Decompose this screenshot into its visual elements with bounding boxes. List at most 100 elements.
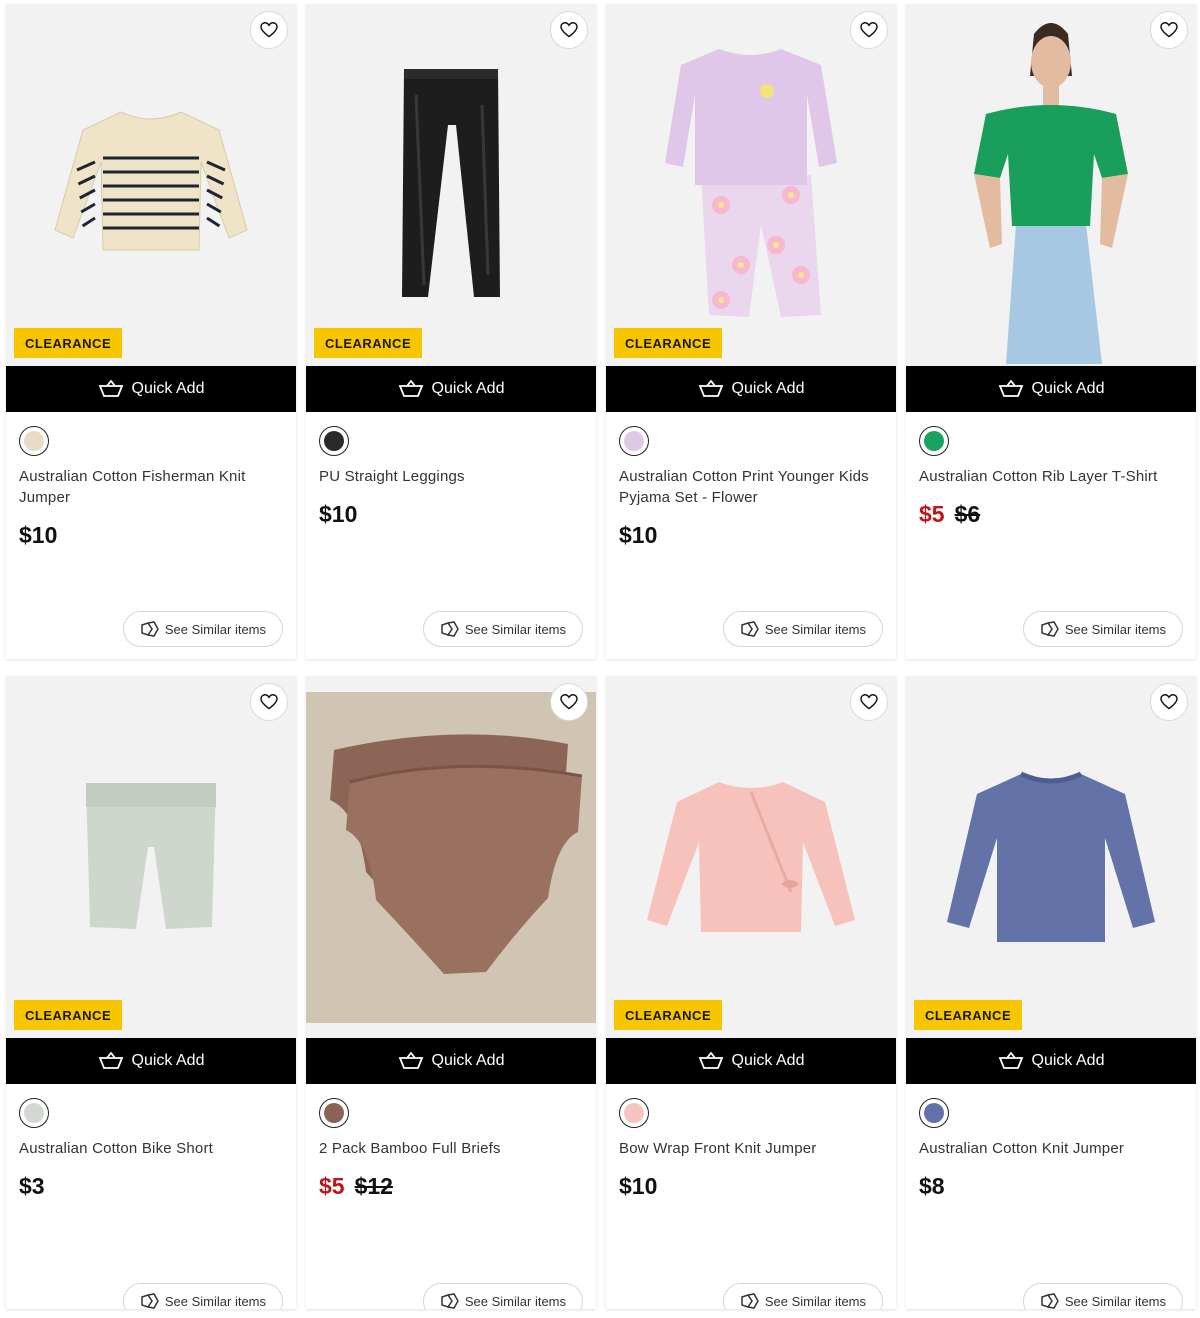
basket-icon — [98, 1052, 124, 1070]
product-card[interactable]: CLEARANCE Quick Add PU Straight Leggings… — [306, 4, 596, 659]
quick-add-label: Quick Add — [431, 380, 505, 397]
basket-icon — [698, 1052, 724, 1070]
see-similar-button[interactable]: See Similar items — [122, 611, 283, 647]
color-swatch[interactable] — [19, 426, 49, 456]
similar-icon — [1040, 1293, 1060, 1309]
see-similar-button[interactable]: See Similar items — [422, 1283, 583, 1309]
see-similar-label: See Similar items — [464, 621, 566, 637]
basket-icon — [698, 380, 724, 398]
color-swatch[interactable] — [919, 1098, 949, 1128]
quick-add-label: Quick Add — [1031, 1052, 1105, 1069]
see-similar-label: See Similar items — [1064, 1293, 1166, 1309]
product-image[interactable]: CLEARANCE — [606, 4, 896, 366]
color-swatch[interactable] — [619, 426, 649, 456]
product-name[interactable]: Australian Cotton Rib Layer T-Shirt — [919, 466, 1183, 487]
product-card[interactable]: CLEARANCE Quick Add Bow Wrap Front Knit … — [606, 676, 896, 1309]
wishlist-heart-icon[interactable] — [850, 683, 888, 721]
similar-icon — [140, 1293, 160, 1309]
product-name[interactable]: Bow Wrap Front Knit Jumper — [619, 1138, 883, 1159]
was-price: $6 — [954, 501, 981, 527]
see-similar-button[interactable]: See Similar items — [1022, 611, 1183, 647]
product-card[interactable]: Quick Add Australian Cotton Rib Layer T-… — [906, 4, 1196, 659]
product-name[interactable]: 2 Pack Bamboo Full Briefs — [319, 1138, 583, 1159]
color-swatch[interactable] — [319, 426, 349, 456]
product-card[interactable]: CLEARANCE Quick Add Australian Cotton Kn… — [906, 676, 1196, 1309]
basket-icon — [398, 1052, 424, 1070]
wishlist-heart-icon[interactable] — [250, 11, 288, 49]
see-similar-label: See Similar items — [764, 621, 866, 637]
price-row: $10 — [19, 522, 283, 549]
wishlist-heart-icon[interactable] — [1150, 11, 1188, 49]
basket-icon — [998, 380, 1024, 398]
product-image[interactable]: CLEARANCE — [6, 4, 296, 366]
clearance-badge: CLEARANCE — [14, 328, 123, 358]
see-similar-button[interactable]: See Similar items — [422, 611, 583, 647]
see-similar-button[interactable]: See Similar items — [722, 1283, 883, 1309]
product-card[interactable]: Quick Add 2 Pack Bamboo Full Briefs $5 $… — [306, 676, 596, 1309]
price: $3 — [19, 1173, 45, 1199]
see-similar-label: See Similar items — [164, 621, 266, 637]
product-name[interactable]: Australian Cotton Print Younger Kids Pyj… — [619, 466, 883, 508]
sale-price: $5 — [319, 1173, 345, 1199]
clearance-badge: CLEARANCE — [614, 328, 723, 358]
similar-icon — [440, 1293, 460, 1309]
product-grid: CLEARANCE Quick Add Australian Cotton Fi… — [6, 4, 1196, 1309]
quick-add-label: Quick Add — [131, 1052, 205, 1069]
wishlist-heart-icon[interactable] — [250, 683, 288, 721]
similar-icon — [740, 1293, 760, 1309]
product-image[interactable]: CLEARANCE — [606, 676, 896, 1038]
similar-icon — [1040, 621, 1060, 637]
see-similar-label: See Similar items — [164, 1293, 266, 1309]
color-swatch[interactable] — [319, 1098, 349, 1128]
product-name[interactable]: PU Straight Leggings — [319, 466, 583, 487]
product-card[interactable]: CLEARANCE Quick Add Australian Cotton Bi… — [6, 676, 296, 1309]
price-row: $10 — [619, 1173, 883, 1200]
product-card[interactable]: CLEARANCE Quick Add Australian Cotton Pr… — [606, 4, 896, 659]
product-name[interactable]: Australian Cotton Bike Short — [19, 1138, 283, 1159]
quick-add-button[interactable]: Quick Add — [6, 366, 296, 412]
quick-add-label: Quick Add — [131, 380, 205, 397]
color-swatch[interactable] — [19, 1098, 49, 1128]
quick-add-button[interactable]: Quick Add — [6, 1038, 296, 1084]
see-similar-button[interactable]: See Similar items — [722, 611, 883, 647]
price: $10 — [619, 522, 658, 548]
product-image[interactable] — [906, 4, 1196, 366]
quick-add-label: Quick Add — [731, 1052, 805, 1069]
price-row: $10 — [319, 501, 583, 528]
price-row: $8 — [919, 1173, 1183, 1200]
color-swatch[interactable] — [619, 1098, 649, 1128]
was-price: $12 — [354, 1173, 393, 1199]
sale-price: $5 — [919, 501, 945, 527]
see-similar-button[interactable]: See Similar items — [122, 1283, 283, 1309]
wishlist-heart-icon[interactable] — [550, 11, 588, 49]
clearance-badge: CLEARANCE — [14, 1000, 123, 1030]
product-image[interactable] — [306, 676, 596, 1038]
color-swatch[interactable] — [919, 426, 949, 456]
price-row: $10 — [619, 522, 883, 549]
wishlist-heart-icon[interactable] — [1150, 683, 1188, 721]
wishlist-heart-icon[interactable] — [850, 11, 888, 49]
price-row: $5 $12 — [319, 1173, 583, 1200]
quick-add-button[interactable]: Quick Add — [306, 366, 596, 412]
quick-add-label: Quick Add — [731, 380, 805, 397]
quick-add-button[interactable]: Quick Add — [606, 1038, 896, 1084]
product-image[interactable]: CLEARANCE — [6, 676, 296, 1038]
product-image[interactable]: CLEARANCE — [906, 676, 1196, 1038]
quick-add-button[interactable]: Quick Add — [906, 366, 1196, 412]
clearance-badge: CLEARANCE — [614, 1000, 723, 1030]
price: $10 — [319, 501, 358, 527]
price-row: $3 — [19, 1173, 283, 1200]
product-name[interactable]: Australian Cotton Knit Jumper — [919, 1138, 1183, 1159]
quick-add-button[interactable]: Quick Add — [906, 1038, 1196, 1084]
similar-icon — [440, 621, 460, 637]
see-similar-label: See Similar items — [764, 1293, 866, 1309]
see-similar-button[interactable]: See Similar items — [1022, 1283, 1183, 1309]
quick-add-label: Quick Add — [1031, 380, 1105, 397]
product-name[interactable]: Australian Cotton Fisherman Knit Jumper — [19, 466, 283, 508]
product-image[interactable]: CLEARANCE — [306, 4, 596, 366]
quick-add-button[interactable]: Quick Add — [606, 366, 896, 412]
quick-add-button[interactable]: Quick Add — [306, 1038, 596, 1084]
wishlist-heart-icon[interactable] — [550, 683, 588, 721]
see-similar-label: See Similar items — [1064, 621, 1166, 637]
product-card[interactable]: CLEARANCE Quick Add Australian Cotton Fi… — [6, 4, 296, 659]
